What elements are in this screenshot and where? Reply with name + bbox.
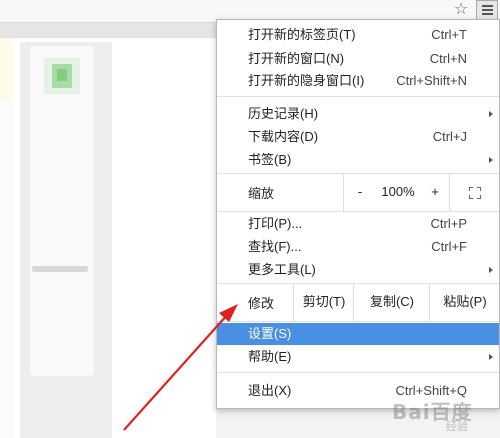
hamburger-menu-icon	[481, 5, 493, 7]
submenu-arrow-icon	[489, 354, 493, 360]
page-left-strip	[0, 38, 14, 100]
menu-item-label: 打开新的标签页(T)	[248, 27, 356, 42]
menu-item-label: 打开新的窗口(N)	[248, 51, 345, 66]
menu-item-label: 帮助(E)	[248, 349, 292, 364]
menu-item-help[interactable]: 帮助(E)	[217, 346, 499, 368]
blurred-thumbnail	[44, 58, 80, 94]
menu-item-shortcut: Ctrl+N	[429, 51, 467, 66]
menu-item-shortcut: Ctrl+Shift+N	[396, 73, 467, 88]
watermark-subtext: 经验	[446, 420, 468, 433]
menu-item-history[interactable]: 历史记录(H)	[217, 103, 499, 125]
menu-separator	[217, 96, 499, 97]
menu-item-label: 退出(X)	[248, 383, 292, 398]
menu-item-label: 书签(B)	[248, 152, 292, 167]
menu-item-new-window[interactable]: 打开新的窗口(N) Ctrl+N	[217, 48, 499, 70]
menu-separator	[217, 211, 499, 212]
zoom-label: 缩放	[248, 186, 275, 201]
menu-item-settings[interactable]: 设置(S)	[217, 323, 499, 345]
menu-item-downloads[interactable]: 下载内容(D) Ctrl+J	[217, 126, 499, 148]
menu-item-shortcut: Ctrl+F	[431, 239, 467, 254]
baidu-watermark: Bai百度 经验	[390, 380, 500, 436]
copy-button[interactable]: 复制(C)	[353, 283, 430, 321]
fullscreen-icon	[469, 186, 481, 199]
menu-item-label: 打开新的隐身窗口(I)	[248, 73, 365, 88]
menu-item-label: 打印(P)...	[248, 216, 303, 231]
menu-item-find[interactable]: 查找(F)... Ctrl+F	[217, 236, 499, 258]
cut-button[interactable]: 剪切(T)	[293, 283, 354, 321]
menu-item-shortcut: Ctrl+P	[430, 216, 467, 231]
zoom-out-button[interactable]: -	[343, 173, 376, 211]
submenu-arrow-icon	[489, 157, 493, 163]
menu-item-label: 历史记录(H)	[248, 106, 319, 121]
blurred-text	[32, 266, 88, 272]
menu-item-label: 更多工具(L)	[248, 262, 316, 277]
paste-button[interactable]: 粘贴(P)	[429, 283, 500, 321]
submenu-arrow-icon	[489, 267, 493, 273]
menu-item-new-tab[interactable]: 打开新的标签页(T) Ctrl+T	[217, 24, 499, 46]
menu-separator	[217, 372, 499, 373]
menu-item-shortcut: Ctrl+T	[431, 27, 467, 42]
menu-item-more-tools[interactable]: 更多工具(L)	[217, 259, 499, 281]
zoom-in-button[interactable]: +	[421, 173, 449, 211]
menu-button[interactable]	[476, 0, 498, 20]
menu-item-label: 设置(S)	[248, 326, 292, 341]
menu-item-bookmarks[interactable]: 书签(B)	[217, 149, 499, 171]
menu-item-shortcut: Ctrl+J	[432, 129, 467, 144]
zoom-row: 缩放 - 100% +	[217, 173, 499, 211]
submenu-arrow-icon	[489, 111, 493, 117]
menu-item-print[interactable]: 打印(P)... Ctrl+P	[217, 213, 499, 235]
menu-separator	[217, 321, 499, 322]
zoom-level: 100%	[381, 184, 415, 199]
fullscreen-button[interactable]	[449, 173, 500, 211]
edit-label: 修改	[248, 296, 275, 311]
bookmark-star-icon[interactable]: ☆	[452, 0, 470, 20]
menu-item-label: 下载内容(D)	[248, 129, 319, 144]
page-card	[30, 46, 94, 376]
chrome-main-menu: 打开新的标签页(T) Ctrl+T 打开新的窗口(N) Ctrl+N 打开新的隐…	[216, 19, 500, 409]
menu-item-new-incognito-window[interactable]: 打开新的隐身窗口(I) Ctrl+Shift+N	[217, 70, 499, 92]
menu-item-label: 查找(F)...	[248, 239, 302, 254]
edit-row: 修改 剪切(T) 复制(C) 粘贴(P)	[217, 283, 499, 321]
